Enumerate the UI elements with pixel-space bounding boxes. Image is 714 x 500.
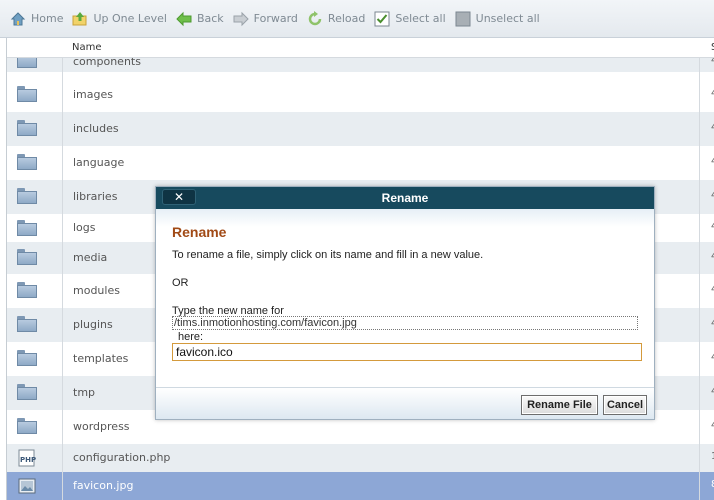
table-row-selected[interactable]: favicon.jpg 8 xyxy=(7,472,714,500)
folder-icon xyxy=(17,384,37,402)
folder-icon xyxy=(17,188,37,206)
file-name[interactable]: plugins xyxy=(73,318,113,331)
back-button[interactable]: Back xyxy=(176,9,224,29)
forward-arrow-icon xyxy=(233,11,249,27)
up-one-level-button[interactable]: Up One Level xyxy=(72,9,167,29)
table-header: Name S xyxy=(7,38,714,58)
back-arrow-icon xyxy=(176,11,192,27)
current-file-path: /tims.inmotionhosting.com/favicon.jpg xyxy=(172,316,638,330)
or-label: OR xyxy=(172,277,189,289)
new-name-input[interactable] xyxy=(172,343,642,361)
image-file-icon xyxy=(17,477,37,495)
file-name[interactable]: configuration.php xyxy=(73,451,170,464)
back-label: Back xyxy=(196,12,224,25)
up-level-icon xyxy=(72,11,88,27)
home-label: Home xyxy=(31,12,64,25)
unselect-all-button[interactable]: Unselect all xyxy=(455,9,540,29)
file-name[interactable]: tmp xyxy=(73,386,95,399)
rename-instruction: To rename a file, simply click on its na… xyxy=(172,249,484,261)
table-row[interactable]: images 4 xyxy=(7,78,714,112)
folder-icon xyxy=(17,154,37,172)
folder-icon xyxy=(17,86,37,104)
svg-text:PHP: PHP xyxy=(20,456,36,464)
folder-icon xyxy=(17,120,37,138)
folder-icon xyxy=(17,282,37,300)
dialog-body: Rename To rename a file, simply click on… xyxy=(156,209,654,387)
cancel-button[interactable]: Cancel xyxy=(603,395,647,415)
table-row[interactable]: components 4 xyxy=(7,56,714,72)
file-name[interactable]: favicon.jpg xyxy=(73,479,133,492)
rename-file-button[interactable]: Rename File xyxy=(521,395,598,415)
toolbar: Home Up One Level Back Forward Reload Se… xyxy=(0,0,714,38)
reload-button[interactable]: Reload xyxy=(307,9,365,29)
rename-dialog: ✕ Rename Rename To rename a file, simply… xyxy=(155,186,655,420)
file-name[interactable]: includes xyxy=(73,122,119,135)
file-name[interactable]: wordpress xyxy=(73,420,130,433)
here-label: here: xyxy=(178,331,204,343)
php-file-icon: PHP xyxy=(17,449,37,467)
folder-icon xyxy=(17,316,37,334)
column-divider xyxy=(699,38,700,500)
dialog-heading: Rename xyxy=(172,224,227,240)
reload-icon xyxy=(307,10,323,27)
home-button[interactable]: Home xyxy=(10,9,63,29)
unselect-all-label: Unselect all xyxy=(475,12,540,25)
column-header-name[interactable]: Name xyxy=(72,42,102,53)
file-name[interactable]: language xyxy=(73,156,124,169)
file-name[interactable]: libraries xyxy=(73,190,117,203)
file-name[interactable]: modules xyxy=(73,284,120,297)
unselect-all-icon xyxy=(455,11,471,27)
dialog-titlebar[interactable]: ✕ Rename xyxy=(156,187,654,209)
dialog-title: Rename xyxy=(381,191,429,205)
table-row[interactable]: language 4 xyxy=(7,146,714,180)
table-row[interactable]: PHP configuration.php 1 xyxy=(7,444,714,472)
folder-icon xyxy=(17,220,37,238)
home-icon xyxy=(10,11,26,27)
file-name[interactable]: images xyxy=(73,88,113,101)
select-all-button[interactable]: Select all xyxy=(374,9,446,29)
folder-icon xyxy=(17,56,37,70)
dialog-footer: Rename File Cancel xyxy=(156,387,654,419)
folder-icon xyxy=(17,249,37,267)
folder-icon xyxy=(17,350,37,368)
table-row[interactable]: includes 4 xyxy=(7,112,714,146)
reload-label: Reload xyxy=(327,12,366,25)
select-all-label: Select all xyxy=(395,12,446,25)
forward-button[interactable]: Forward xyxy=(233,9,298,29)
file-name[interactable]: logs xyxy=(73,221,96,234)
up-one-level-label: Up One Level xyxy=(93,12,167,25)
forward-label: Forward xyxy=(253,12,298,25)
select-all-icon xyxy=(374,11,390,27)
folder-icon xyxy=(17,418,37,436)
file-name[interactable]: media xyxy=(73,251,107,264)
file-name[interactable]: templates xyxy=(73,352,128,365)
column-divider xyxy=(62,38,63,500)
